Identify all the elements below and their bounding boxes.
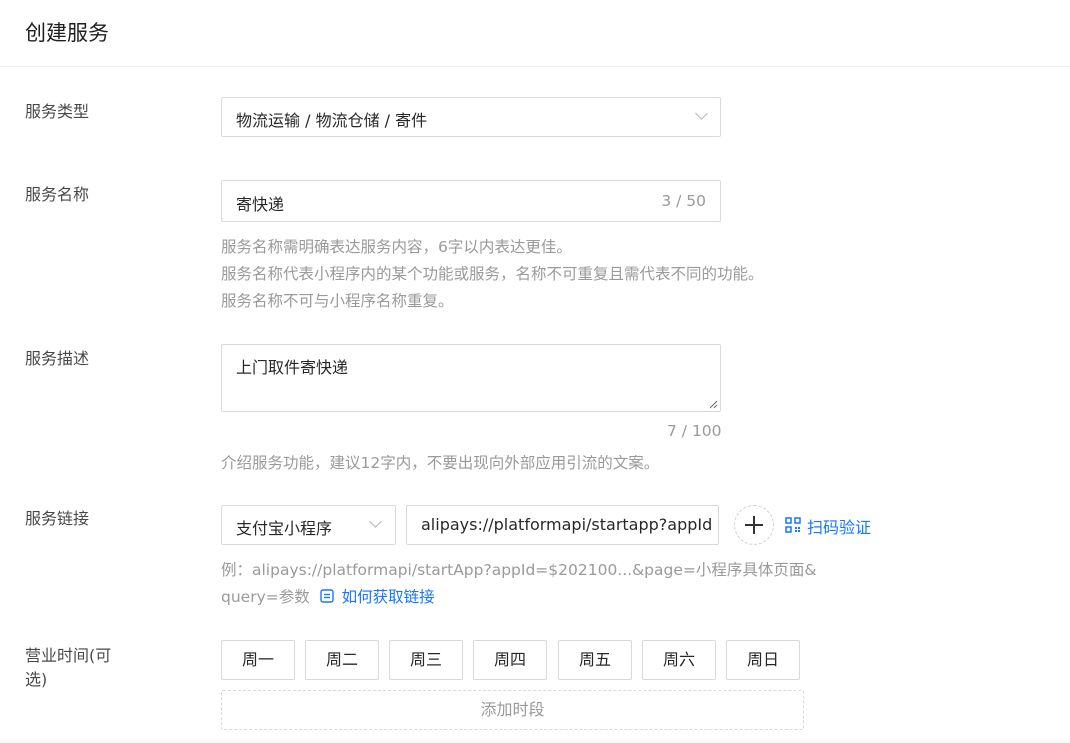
- service-name-value: 寄快递: [236, 195, 285, 214]
- page-header: 创建服务: [0, 0, 1070, 67]
- service-desc-counter: 7 / 100: [667, 422, 722, 440]
- bottom-divider: [0, 737, 1070, 743]
- service-desc-textarea[interactable]: 上门取件寄快递: [221, 344, 721, 412]
- service-desc-hint: 介绍服务功能，建议12字内，不要出现向外部应用引流的文案。: [221, 454, 660, 472]
- service-name-label: 服务名称: [25, 185, 90, 204]
- add-time-slot-button[interactable]: 添加时段: [221, 690, 804, 730]
- document-icon: [319, 586, 335, 603]
- day-button-thu[interactable]: 周四: [473, 640, 547, 680]
- link-example-line-1: 例：alipays://platformapi/startApp?appId=$…: [221, 561, 817, 579]
- qrcode-icon: [785, 517, 801, 533]
- link-example-query: query=参数: [221, 588, 310, 606]
- create-service-page: 创建服务 服务类型 物流运输 / 物流仓储 / 寄件 服务名称 寄快递 3 / …: [0, 0, 1070, 743]
- day-button-sun[interactable]: 周日: [726, 640, 800, 680]
- day-button-wed[interactable]: 周三: [389, 640, 463, 680]
- link-type-value: 支付宝小程序: [236, 519, 333, 538]
- page-title: 创建服务: [25, 21, 109, 45]
- service-name-counter: 3 / 50: [661, 192, 706, 210]
- service-type-select[interactable]: 物流运输 / 物流仓储 / 寄件: [221, 97, 721, 137]
- link-type-select[interactable]: 支付宝小程序: [221, 505, 396, 545]
- chevron-down-icon: [369, 515, 382, 528]
- day-button-mon[interactable]: 周一: [221, 640, 295, 680]
- service-name-hint-2: 服务名称代表小程序内的某个功能或服务，名称不可重复且需代表不同的功能。: [221, 265, 764, 283]
- service-type-value: 物流运输 / 物流仓储 / 寄件: [236, 111, 428, 130]
- chevron-down-icon: [695, 107, 708, 120]
- resize-grip-icon[interactable]: [708, 399, 718, 409]
- link-example-line-2: query=参数 如何获取链接: [221, 584, 435, 610]
- service-desc-value: 上门取件寄快递: [236, 358, 349, 377]
- day-button-fri[interactable]: 周五: [558, 640, 632, 680]
- service-name-hint-1: 服务名称需明确表达服务内容，6字以内表达更佳。: [221, 238, 572, 256]
- service-name-input[interactable]: 寄快递 3 / 50: [221, 180, 721, 222]
- service-desc-label: 服务描述: [25, 349, 90, 368]
- business-hours-label: 营业时间(可选): [25, 646, 112, 689]
- day-button-sat[interactable]: 周六: [642, 640, 716, 680]
- day-button-tue[interactable]: 周二: [305, 640, 379, 680]
- add-link-button[interactable]: [734, 505, 774, 545]
- link-url-value: alipays://platformapi/startapp?appId: [421, 515, 713, 534]
- service-link-label: 服务链接: [25, 509, 90, 528]
- scan-verify-label: 扫码验证: [807, 518, 872, 537]
- service-type-label: 服务类型: [25, 102, 90, 121]
- link-url-input[interactable]: alipays://platformapi/startapp?appId: [406, 505, 719, 545]
- howto-link[interactable]: 如何获取链接: [342, 588, 435, 606]
- service-name-hint-3: 服务名称不可与小程序名称重复。: [221, 292, 454, 310]
